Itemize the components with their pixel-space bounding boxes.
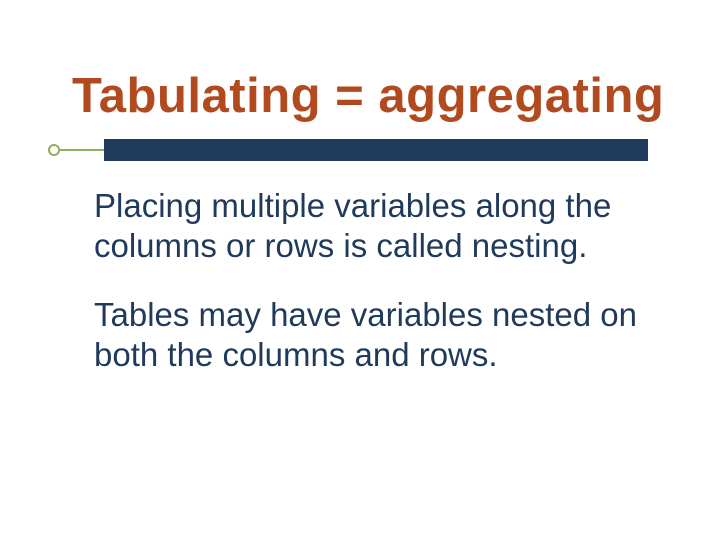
underline-bar — [104, 139, 648, 161]
slide-title: Tabulating = aggregating — [72, 68, 664, 124]
body-paragraph: Placing multiple variables along the col… — [94, 186, 660, 267]
bullet-circle-icon — [48, 144, 60, 156]
body-paragraph: Tables may have variables nested on both… — [94, 295, 660, 376]
slide-body: Placing multiple variables along the col… — [94, 186, 660, 403]
slide: Tabulating = aggregating Placing multipl… — [0, 0, 720, 540]
title-underline — [48, 136, 648, 162]
connector-line — [60, 149, 104, 151]
